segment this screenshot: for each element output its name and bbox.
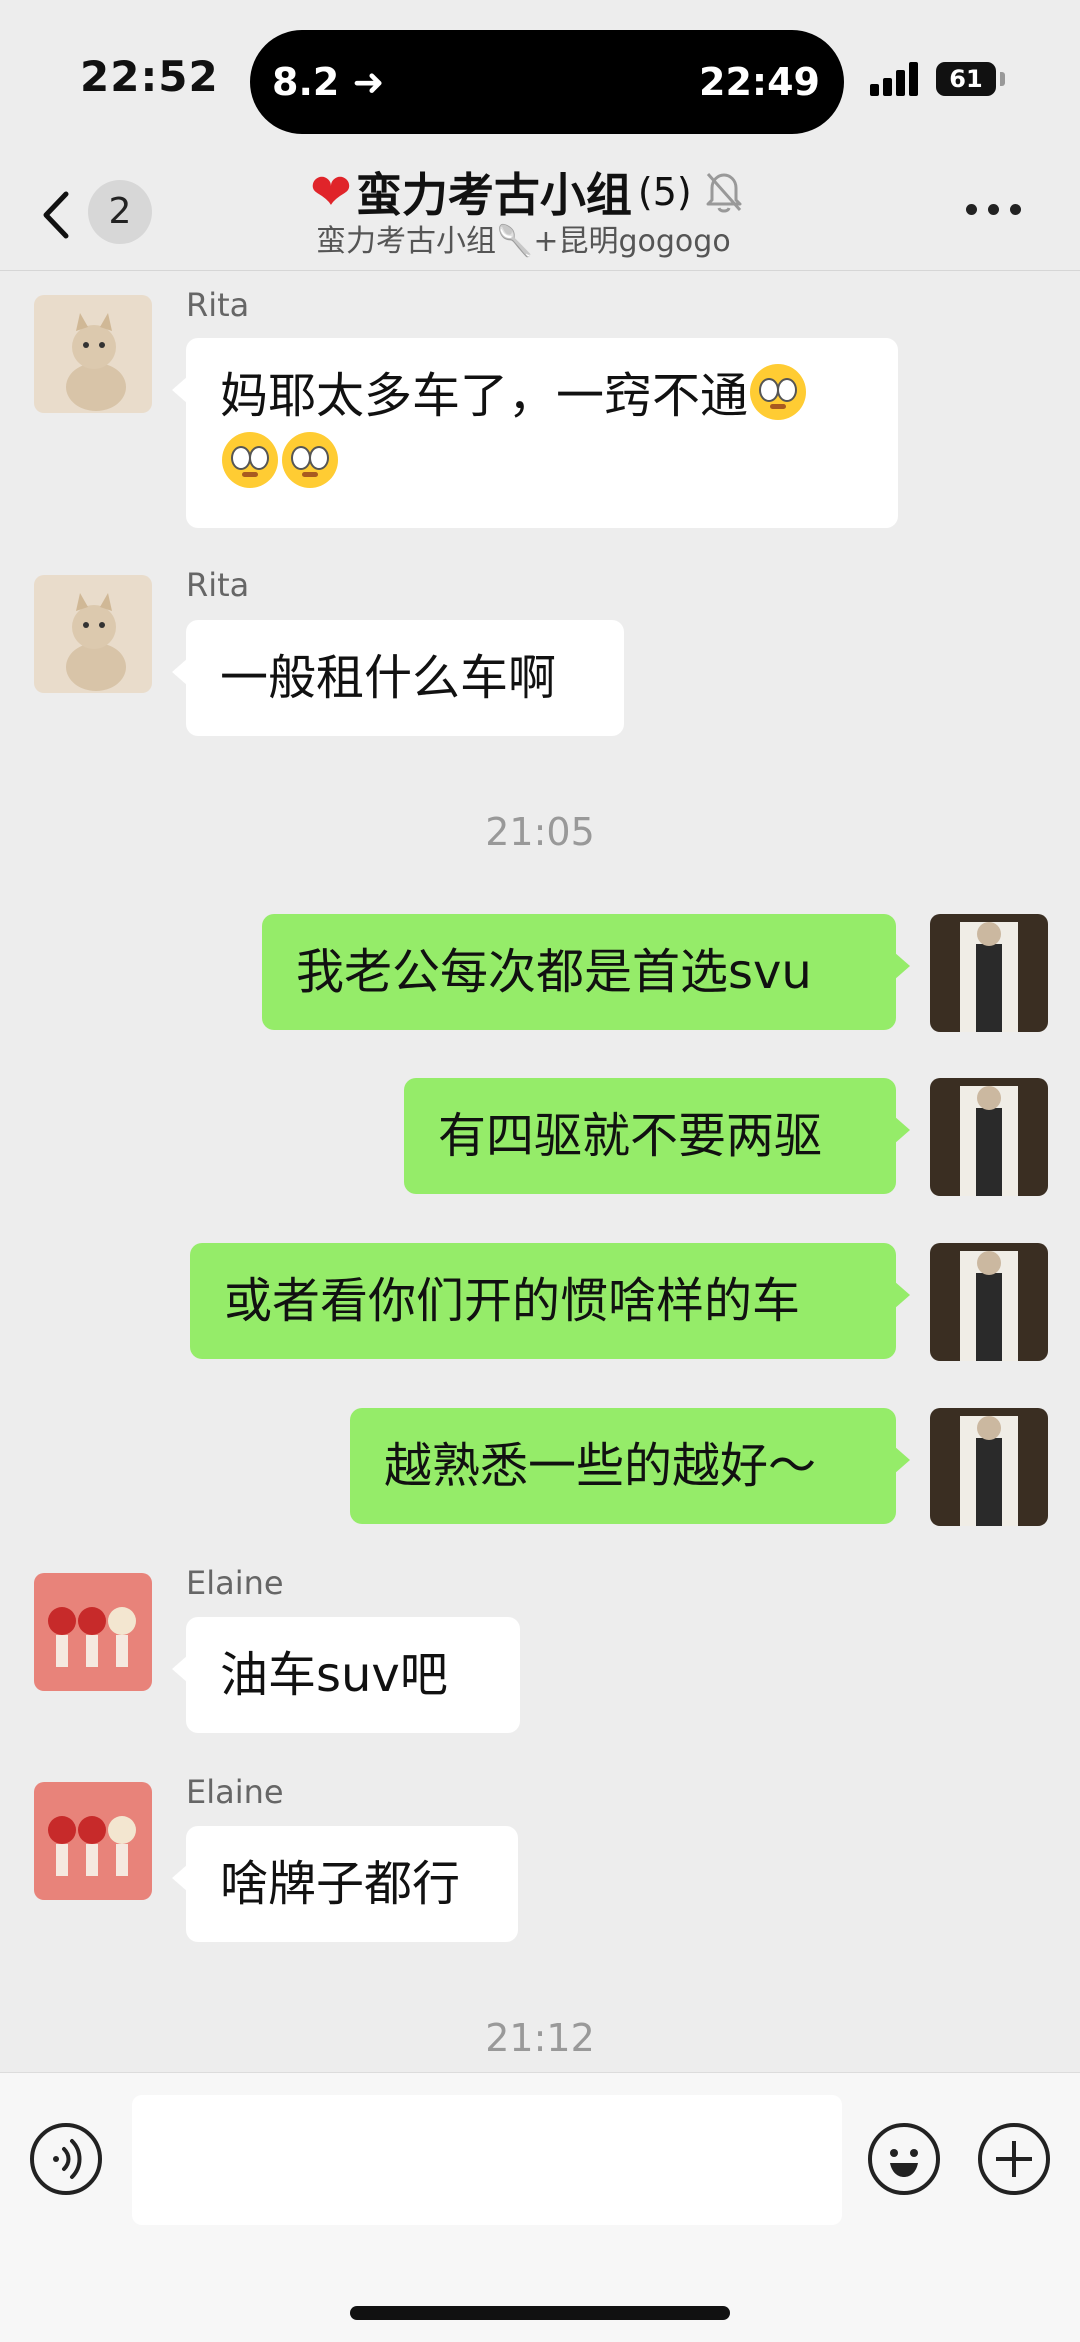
timestamp: 21:12 (485, 2016, 595, 2060)
sender-name: Rita (186, 286, 250, 324)
message-text: 我老公每次都是首选svu (296, 944, 812, 1000)
status-time: 22:52 (80, 52, 219, 101)
island-left-text: 8.2 ➜ (272, 60, 385, 104)
back-button[interactable]: 2 (40, 180, 160, 250)
message-bubble[interactable]: 油车suv吧 (172, 1617, 520, 1733)
my-message-bubble[interactable]: 我老公每次都是首选svu (262, 914, 910, 1030)
sender-name: Rita (186, 566, 250, 604)
avatar-me[interactable] (930, 1243, 1048, 1361)
signal-icon (870, 62, 922, 96)
group-subtitle: 蛮力考古小组🥄+昆明gogogo (316, 224, 731, 259)
avatar-me[interactable] (930, 914, 1048, 1032)
rolling-eyes-emoji-icon (222, 432, 278, 488)
message-text: 啥牌子都行 (220, 1856, 461, 1912)
sender-name: Elaine (186, 1773, 284, 1811)
avatar-me[interactable] (930, 1078, 1048, 1196)
timestamp: 21:05 (485, 810, 595, 854)
my-message-bubble[interactable]: 或者看你们开的惯啥样的车 (190, 1243, 910, 1359)
message-bubble[interactable]: 妈耶太多车了，一窍不通 (172, 338, 898, 528)
message-text: 越熟悉一些的越好～ (384, 1438, 817, 1494)
avatar-elaine[interactable] (34, 1573, 152, 1691)
plus-icon[interactable] (978, 2123, 1050, 2195)
rolling-eyes-emoji-icon (282, 432, 338, 488)
input-bar (0, 2072, 1080, 2342)
avatar-elaine[interactable] (34, 1782, 152, 1900)
avatar-rita[interactable] (34, 295, 152, 413)
emoji-icon[interactable] (868, 2123, 940, 2195)
group-title[interactable]: ❤ 蛮力考古小组 (5) (310, 162, 744, 222)
home-indicator[interactable] (350, 2306, 730, 2320)
chat-header: 2 ❤ 蛮力考古小组 (5) 蛮力考古小组🥄+昆明gogogo (0, 160, 1080, 271)
unread-badge: 2 (88, 180, 152, 244)
dynamic-island: 8.2 ➜ 22:49 (250, 30, 844, 134)
rolling-eyes-emoji-icon (750, 364, 807, 420)
message-bubble[interactable]: 啥牌子都行 (172, 1826, 518, 1942)
my-message-bubble[interactable]: 越熟悉一些的越好～ (350, 1408, 910, 1524)
my-message-bubble[interactable]: 有四驱就不要两驱 (404, 1078, 910, 1194)
message-text: 妈耶太多车了，一窍不通 (220, 368, 749, 424)
status-bar: 22:52 8.2 ➜ 22:49 61 (0, 0, 1080, 160)
avatar-me[interactable] (930, 1408, 1048, 1526)
island-right-time: 22:49 (699, 60, 820, 104)
avatar-rita[interactable] (34, 575, 152, 693)
chevron-left-icon (43, 191, 69, 239)
heart-icon: ❤ (310, 163, 352, 221)
bell-slash-icon (706, 173, 742, 213)
message-text: 油车suv吧 (220, 1647, 448, 1703)
message-text: 有四驱就不要两驱 (438, 1108, 823, 1164)
message-text: 一般租什么车啊 (220, 650, 557, 706)
battery-cap (1000, 72, 1005, 86)
sender-name: Elaine (186, 1564, 284, 1602)
battery-icon: 61 (936, 62, 996, 96)
member-count: (5) (637, 170, 692, 214)
message-bubble[interactable]: 一般租什么车啊 (172, 620, 624, 736)
message-input[interactable] (132, 2095, 842, 2225)
message-text: 或者看你们开的惯啥样的车 (224, 1273, 801, 1329)
voice-icon[interactable] (30, 2123, 102, 2195)
more-dots-icon[interactable] (966, 204, 1026, 224)
